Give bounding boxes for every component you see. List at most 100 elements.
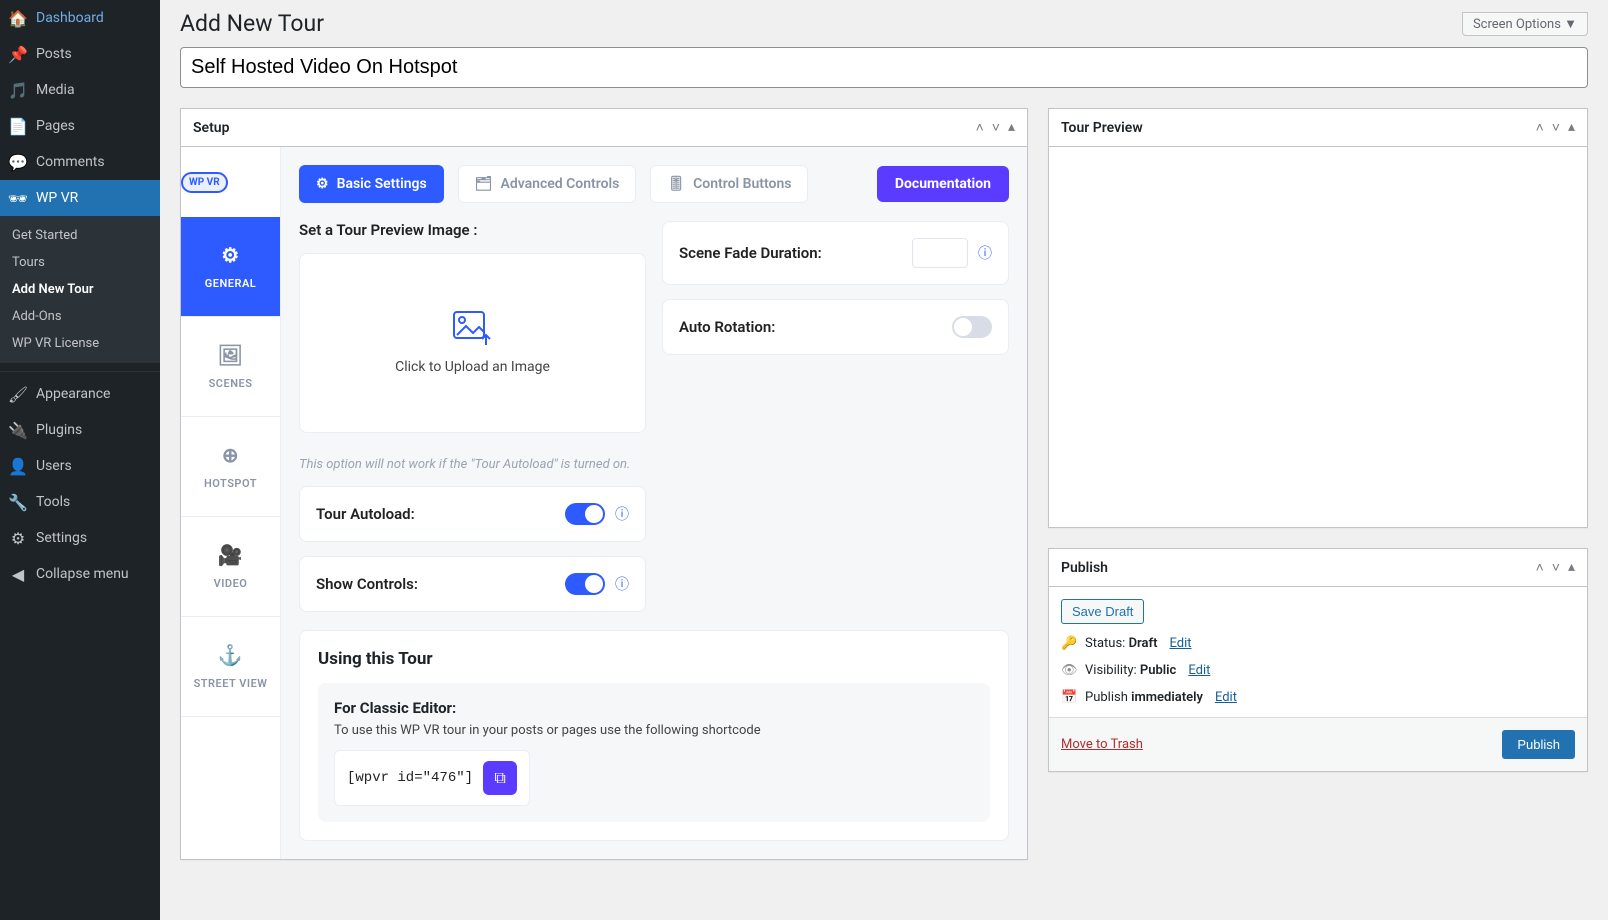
tab-label: Control Buttons — [693, 176, 791, 192]
brush-icon: 🖌 — [8, 384, 28, 404]
menu-label: Users — [36, 458, 72, 474]
key-icon: 🔑 — [1061, 636, 1077, 651]
publish-button[interactable]: Publish — [1502, 730, 1575, 759]
schedule-label: Publish — [1085, 690, 1128, 705]
sliders-icon: 🎚 — [667, 176, 685, 192]
nav-scenes[interactable]: 🖼 SCENES — [181, 317, 280, 417]
scene-fade-input[interactable] — [912, 238, 968, 268]
main-content: Add New Tour Screen Options ▼ Setup ˄ ˅ … — [160, 0, 1608, 920]
menu-appearance[interactable]: 🖌 Appearance — [0, 376, 160, 412]
visibility-row: 👁 Visibility: Public Edit — [1061, 663, 1575, 678]
edit-status-link[interactable]: Edit — [1169, 636, 1191, 651]
schedule-row: 📅 Publish immediately Edit — [1061, 690, 1575, 705]
settings-icon: ⚙ — [8, 528, 28, 548]
menu-wpvr[interactable]: 🕶 WP VR — [0, 180, 160, 216]
media-icon: 🎵 — [8, 80, 28, 100]
nav-general[interactable]: ⚙ GENERAL — [181, 217, 280, 317]
setup-title: Setup — [193, 120, 229, 136]
menu-settings[interactable]: ⚙ Settings — [0, 520, 160, 556]
menu-label: Appearance — [36, 386, 110, 402]
menu-label: Posts — [36, 46, 72, 62]
menu-collapse[interactable]: ◀ Collapse menu — [0, 556, 160, 592]
nav-label: STREET VIEW — [194, 677, 268, 690]
auto-rotation-toggle[interactable] — [952, 316, 992, 338]
eye-icon: 👁 — [1061, 663, 1077, 678]
scene-fade-label: Scene Fade Duration: — [679, 244, 822, 262]
nav-label: HOTSPOT — [204, 477, 257, 490]
menu-label: Pages — [36, 118, 75, 134]
pin-icon: 📌 — [8, 44, 28, 64]
caret-up-icon[interactable]: ▴ — [1568, 559, 1575, 576]
tour-autoload-toggle[interactable] — [565, 503, 605, 525]
layers-icon: 🗂 — [475, 176, 493, 192]
menu-comments[interactable]: 💬 Comments — [0, 144, 160, 180]
copy-button[interactable]: ⧉ — [483, 761, 517, 795]
tab-label: Advanced Controls — [500, 176, 619, 192]
nav-street-view[interactable]: ⚓ STREET VIEW — [181, 617, 280, 717]
setup-vertical-nav: WP VR ⚙ GENERAL 🖼 SCENES ⊕ — [181, 147, 281, 859]
menu-label: Settings — [36, 530, 87, 546]
status-label: Status: — [1085, 636, 1125, 651]
menu-plugins[interactable]: 🔌 Plugins — [0, 412, 160, 448]
documentation-button[interactable]: Documentation — [877, 166, 1009, 202]
schedule-value: immediately — [1131, 690, 1203, 705]
tour-preview-canvas — [1049, 147, 1587, 527]
menu-label: Media — [36, 82, 75, 98]
tour-autoload-row: Tour Autoload: ⓘ — [299, 486, 646, 542]
vr-icon: 🕶 — [8, 188, 28, 208]
submenu-license[interactable]: WP VR License — [0, 330, 160, 357]
image-icon: 🖼 — [218, 343, 244, 367]
info-icon[interactable]: ⓘ — [615, 574, 629, 594]
nav-hotspot[interactable]: ⊕ HOTSPOT — [181, 417, 280, 517]
menu-pages[interactable]: 📄 Pages — [0, 108, 160, 144]
edit-visibility-link[interactable]: Edit — [1188, 663, 1210, 678]
chevron-up-icon[interactable]: ˄ — [1536, 119, 1544, 136]
edit-schedule-link[interactable]: Edit — [1215, 690, 1237, 705]
show-controls-row: Show Controls: ⓘ — [299, 556, 646, 612]
menu-media[interactable]: 🎵 Media — [0, 72, 160, 108]
status-row: 🔑 Status: Draft Edit — [1061, 636, 1575, 651]
info-icon[interactable]: ⓘ — [615, 504, 629, 524]
auto-rotation-row: Auto Rotation: — [662, 299, 1009, 355]
tab-control-buttons[interactable]: 🎚 Control Buttons — [650, 165, 808, 203]
using-title: Using this Tour — [318, 649, 990, 669]
caret-up-icon[interactable]: ▴ — [1008, 119, 1015, 136]
move-to-trash-link[interactable]: Move to Trash — [1061, 737, 1143, 752]
page-title: Add New Tour — [180, 10, 324, 37]
chevron-down-icon[interactable]: ˅ — [1552, 119, 1560, 136]
menu-separator — [0, 367, 160, 372]
chevron-up-icon[interactable]: ˄ — [1536, 559, 1544, 576]
dashboard-icon: 🏠 — [8, 8, 28, 28]
chevron-down-icon[interactable]: ˅ — [1552, 559, 1560, 576]
save-draft-button[interactable]: Save Draft — [1061, 599, 1144, 624]
menu-posts[interactable]: 📌 Posts — [0, 36, 160, 72]
shortcode-text: [wpvr id="476"] — [347, 770, 473, 786]
submenu-add-new-tour[interactable]: Add New Tour — [0, 276, 160, 303]
menu-label: Comments — [36, 154, 105, 170]
setup-postbox: Setup ˄ ˅ ▴ WP VR — [180, 108, 1028, 860]
menu-users[interactable]: 👤 Users — [0, 448, 160, 484]
submenu-tours[interactable]: Tours — [0, 249, 160, 276]
calendar-icon: 📅 — [1061, 690, 1077, 705]
caret-up-icon[interactable]: ▴ — [1568, 119, 1575, 136]
submenu-addons[interactable]: Add-Ons — [0, 303, 160, 330]
show-controls-toggle[interactable] — [565, 573, 605, 595]
chevron-up-icon[interactable]: ˄ — [976, 119, 984, 136]
tab-basic-settings[interactable]: ⚙ Basic Settings — [299, 165, 444, 203]
menu-dashboard[interactable]: 🏠 Dashboard — [0, 0, 160, 36]
screen-options-button[interactable]: Screen Options ▼ — [1462, 12, 1588, 36]
nav-label: SCENES — [209, 377, 253, 390]
preview-image-uploader[interactable]: Click to Upload an Image — [299, 253, 646, 433]
chevron-down-icon[interactable]: ˅ — [992, 119, 1000, 136]
crosshair-icon: ⊕ — [222, 443, 239, 467]
preview-image-label: Set a Tour Preview Image : — [299, 221, 646, 239]
comment-icon: 💬 — [8, 152, 28, 172]
tab-advanced-controls[interactable]: 🗂 Advanced Controls — [458, 165, 637, 203]
scene-fade-row: Scene Fade Duration: ⓘ — [662, 221, 1009, 285]
tour-title-input[interactable] — [180, 47, 1588, 88]
upload-text: Click to Upload an Image — [395, 359, 550, 375]
menu-tools[interactable]: 🔧 Tools — [0, 484, 160, 520]
nav-video[interactable]: 🎥 VIDEO — [181, 517, 280, 617]
submenu-get-started[interactable]: Get Started — [0, 222, 160, 249]
info-icon[interactable]: ⓘ — [978, 243, 992, 263]
